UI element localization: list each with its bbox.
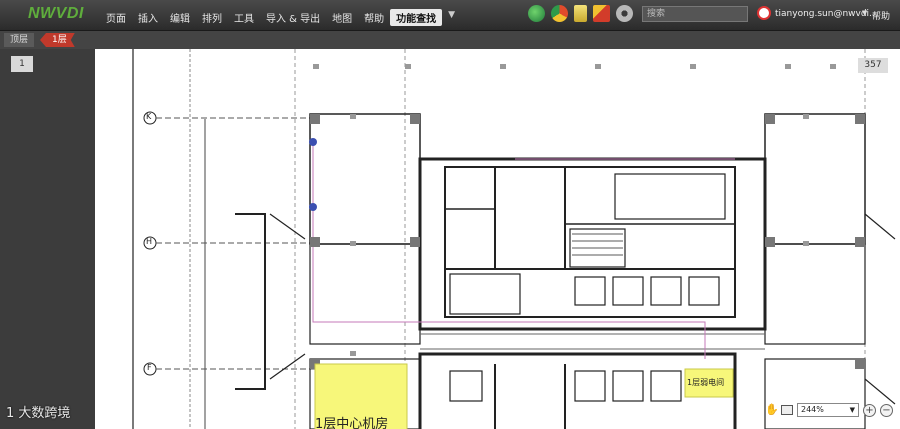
menu-feature-search[interactable]: 功能查找 xyxy=(390,9,443,26)
menu-page[interactable]: 页面 xyxy=(100,9,132,26)
menu-import-export[interactable]: 导入 & 导出 xyxy=(260,9,326,26)
page-thumbnail-panel: 1 xyxy=(0,49,95,429)
user-avatar-icon[interactable] xyxy=(757,6,771,20)
tools-icon[interactable] xyxy=(593,5,610,22)
help-link[interactable]: 帮助 xyxy=(872,9,890,22)
menu-edit[interactable]: 编辑 xyxy=(164,9,196,26)
zoom-out-button[interactable]: − xyxy=(880,403,893,417)
floorplan-canvas[interactable]: 357 K H F 1层中心机房 1层弱电间 xyxy=(95,49,900,429)
app-root: NWVDI 页面 插入 编辑 排列 工具 导入 & 导出 地图 帮助 功能查找 … xyxy=(0,0,900,429)
floorplan-drawing xyxy=(132,49,896,429)
app-logo[interactable]: NWVDI xyxy=(28,5,84,23)
zoom-controls: ✋ 244% ▼ + − xyxy=(765,401,900,419)
watermark-logo: 1 大数跨境 xyxy=(6,406,71,421)
pan-hand-icon[interactable]: ✋ xyxy=(765,404,779,416)
breadcrumb-top-level[interactable]: 顶层 xyxy=(4,33,35,47)
zoom-level-select[interactable]: 244% ▼ xyxy=(797,403,859,417)
menu-help[interactable]: 帮助 xyxy=(358,9,390,26)
breadcrumb-current-floor[interactable]: 1层 xyxy=(40,33,75,47)
menu-tools[interactable]: 工具 xyxy=(228,9,260,26)
page-count: 357 xyxy=(858,58,888,73)
document-icon[interactable] xyxy=(574,5,587,22)
main-menu: 页面 插入 编辑 排列 工具 导入 & 导出 地图 帮助 功能查找 ▼ xyxy=(100,9,461,26)
axis-label-h: H xyxy=(146,237,153,246)
gear-icon[interactable] xyxy=(616,5,633,22)
chrome-icon[interactable] xyxy=(551,5,568,22)
page-thumbnail[interactable]: 1 xyxy=(11,56,33,72)
axis-label-k: K xyxy=(146,112,152,121)
fit-screen-icon[interactable] xyxy=(781,405,793,415)
central-machine-room-label[interactable]: 1层中心机房 xyxy=(315,413,388,429)
menu-more-dropdown-icon[interactable]: ▼ xyxy=(442,9,461,26)
search-input[interactable] xyxy=(642,6,748,22)
globe-icon[interactable] xyxy=(528,5,545,22)
top-menu-bar: NWVDI 页面 插入 编辑 排列 工具 导入 & 导出 地图 帮助 功能查找 … xyxy=(0,0,900,31)
menu-insert[interactable]: 插入 xyxy=(132,9,164,26)
zoom-in-button[interactable]: + xyxy=(863,403,876,417)
menu-arrange[interactable]: 排列 xyxy=(196,9,228,26)
breadcrumb: 顶层 1层 xyxy=(0,31,900,49)
user-dropdown-icon[interactable]: ▼ xyxy=(862,9,867,17)
axis-label-f: F xyxy=(147,363,152,372)
toolbar-icons xyxy=(528,5,633,22)
menu-map[interactable]: 地图 xyxy=(326,9,358,26)
weak-current-room-label[interactable]: 1层弱电间 xyxy=(687,377,724,388)
